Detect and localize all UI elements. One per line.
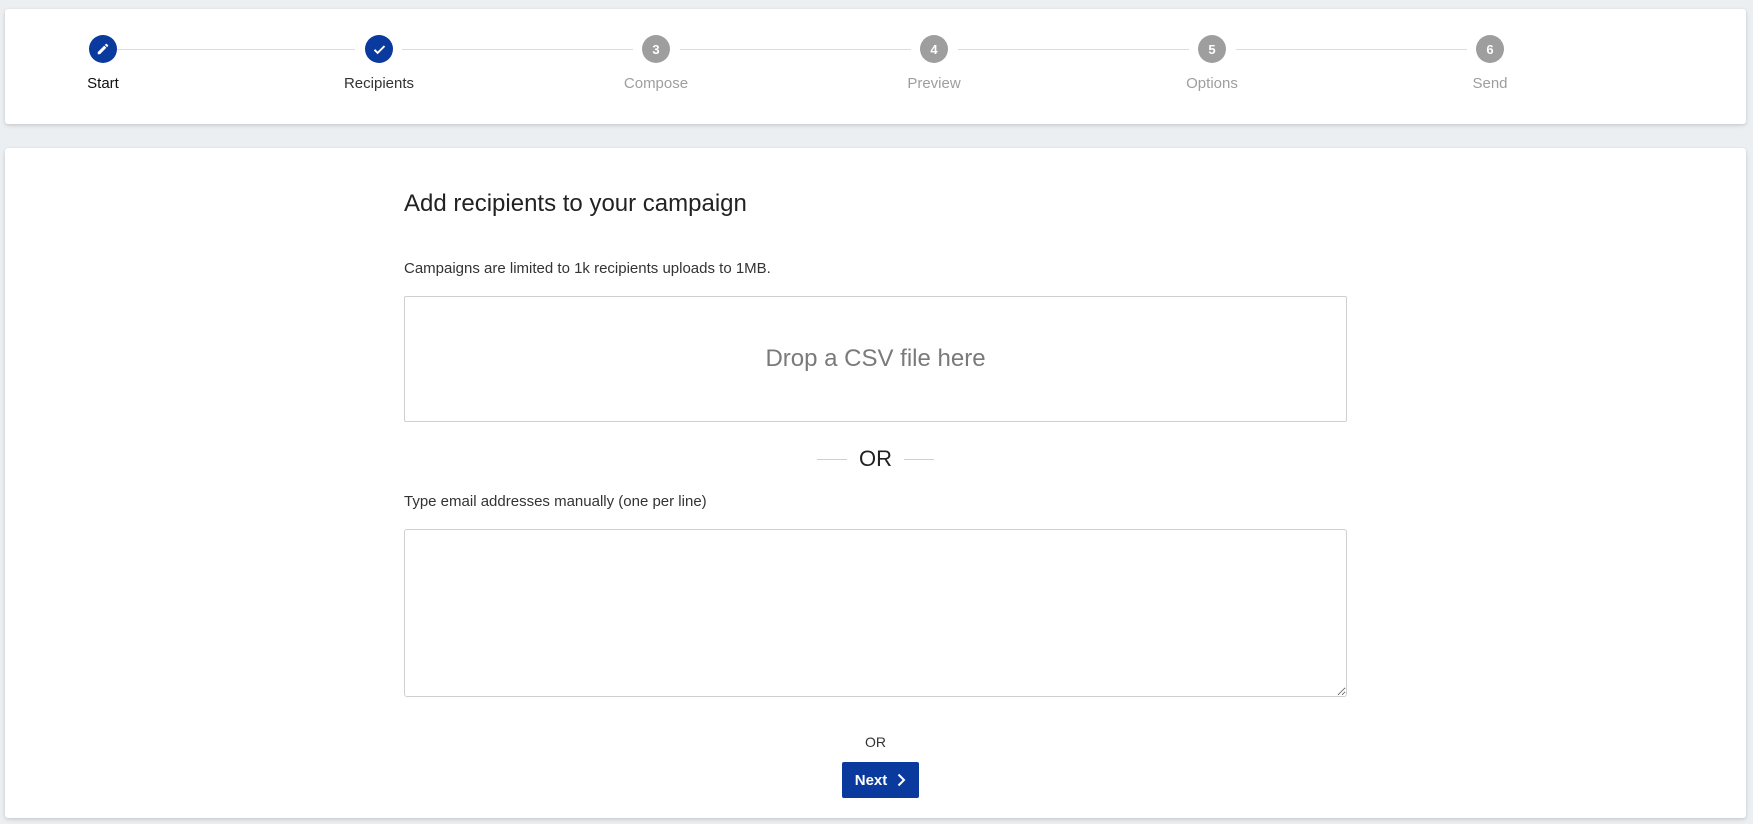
pencil-icon (89, 35, 117, 63)
or-separator: OR (865, 734, 886, 750)
recipients-panel: Add recipients to your campaign Campaign… (5, 148, 1746, 818)
step-start[interactable]: Start (43, 35, 163, 93)
divider-rule (817, 458, 847, 460)
csv-dropzone[interactable]: Drop a CSV file here (404, 296, 1347, 422)
check-icon (365, 35, 393, 63)
stepper: Start Recipients 3 Compose 4 Preview 5 O… (5, 9, 1746, 124)
page-title: Add recipients to your campaign (404, 190, 747, 217)
step-number: 6 (1476, 35, 1504, 63)
step-label: Recipients (343, 75, 415, 92)
step-recipients[interactable]: Recipients (319, 35, 439, 93)
step-label: Preview (907, 75, 961, 92)
step-number: 4 (920, 35, 948, 63)
email-addresses-textarea[interactable] (404, 529, 1347, 697)
step-label: Options (1186, 75, 1238, 92)
next-button[interactable]: Next (842, 762, 919, 798)
or-divider: OR (404, 444, 1347, 474)
step-label: Start (87, 75, 119, 92)
step-options[interactable]: 5 Options (1152, 35, 1272, 93)
step-preview[interactable]: 4 Preview (874, 35, 994, 93)
or-text: OR (859, 446, 892, 471)
step-label: Send (1472, 75, 1508, 92)
step-label: Compose (623, 75, 689, 92)
step-number: 5 (1198, 35, 1226, 63)
dropzone-text: Drop a CSV file here (765, 345, 986, 372)
limit-notice: Campaigns are limited to 1k recipients u… (404, 260, 771, 277)
chevron-right-icon (898, 773, 906, 787)
divider-rule (904, 458, 934, 460)
step-number: 3 (642, 35, 670, 63)
manual-entry-label: Type email addresses manually (one per l… (404, 493, 707, 510)
step-compose[interactable]: 3 Compose (596, 35, 716, 93)
next-button-label: Next (854, 771, 888, 789)
step-send[interactable]: 6 Send (1430, 35, 1550, 93)
